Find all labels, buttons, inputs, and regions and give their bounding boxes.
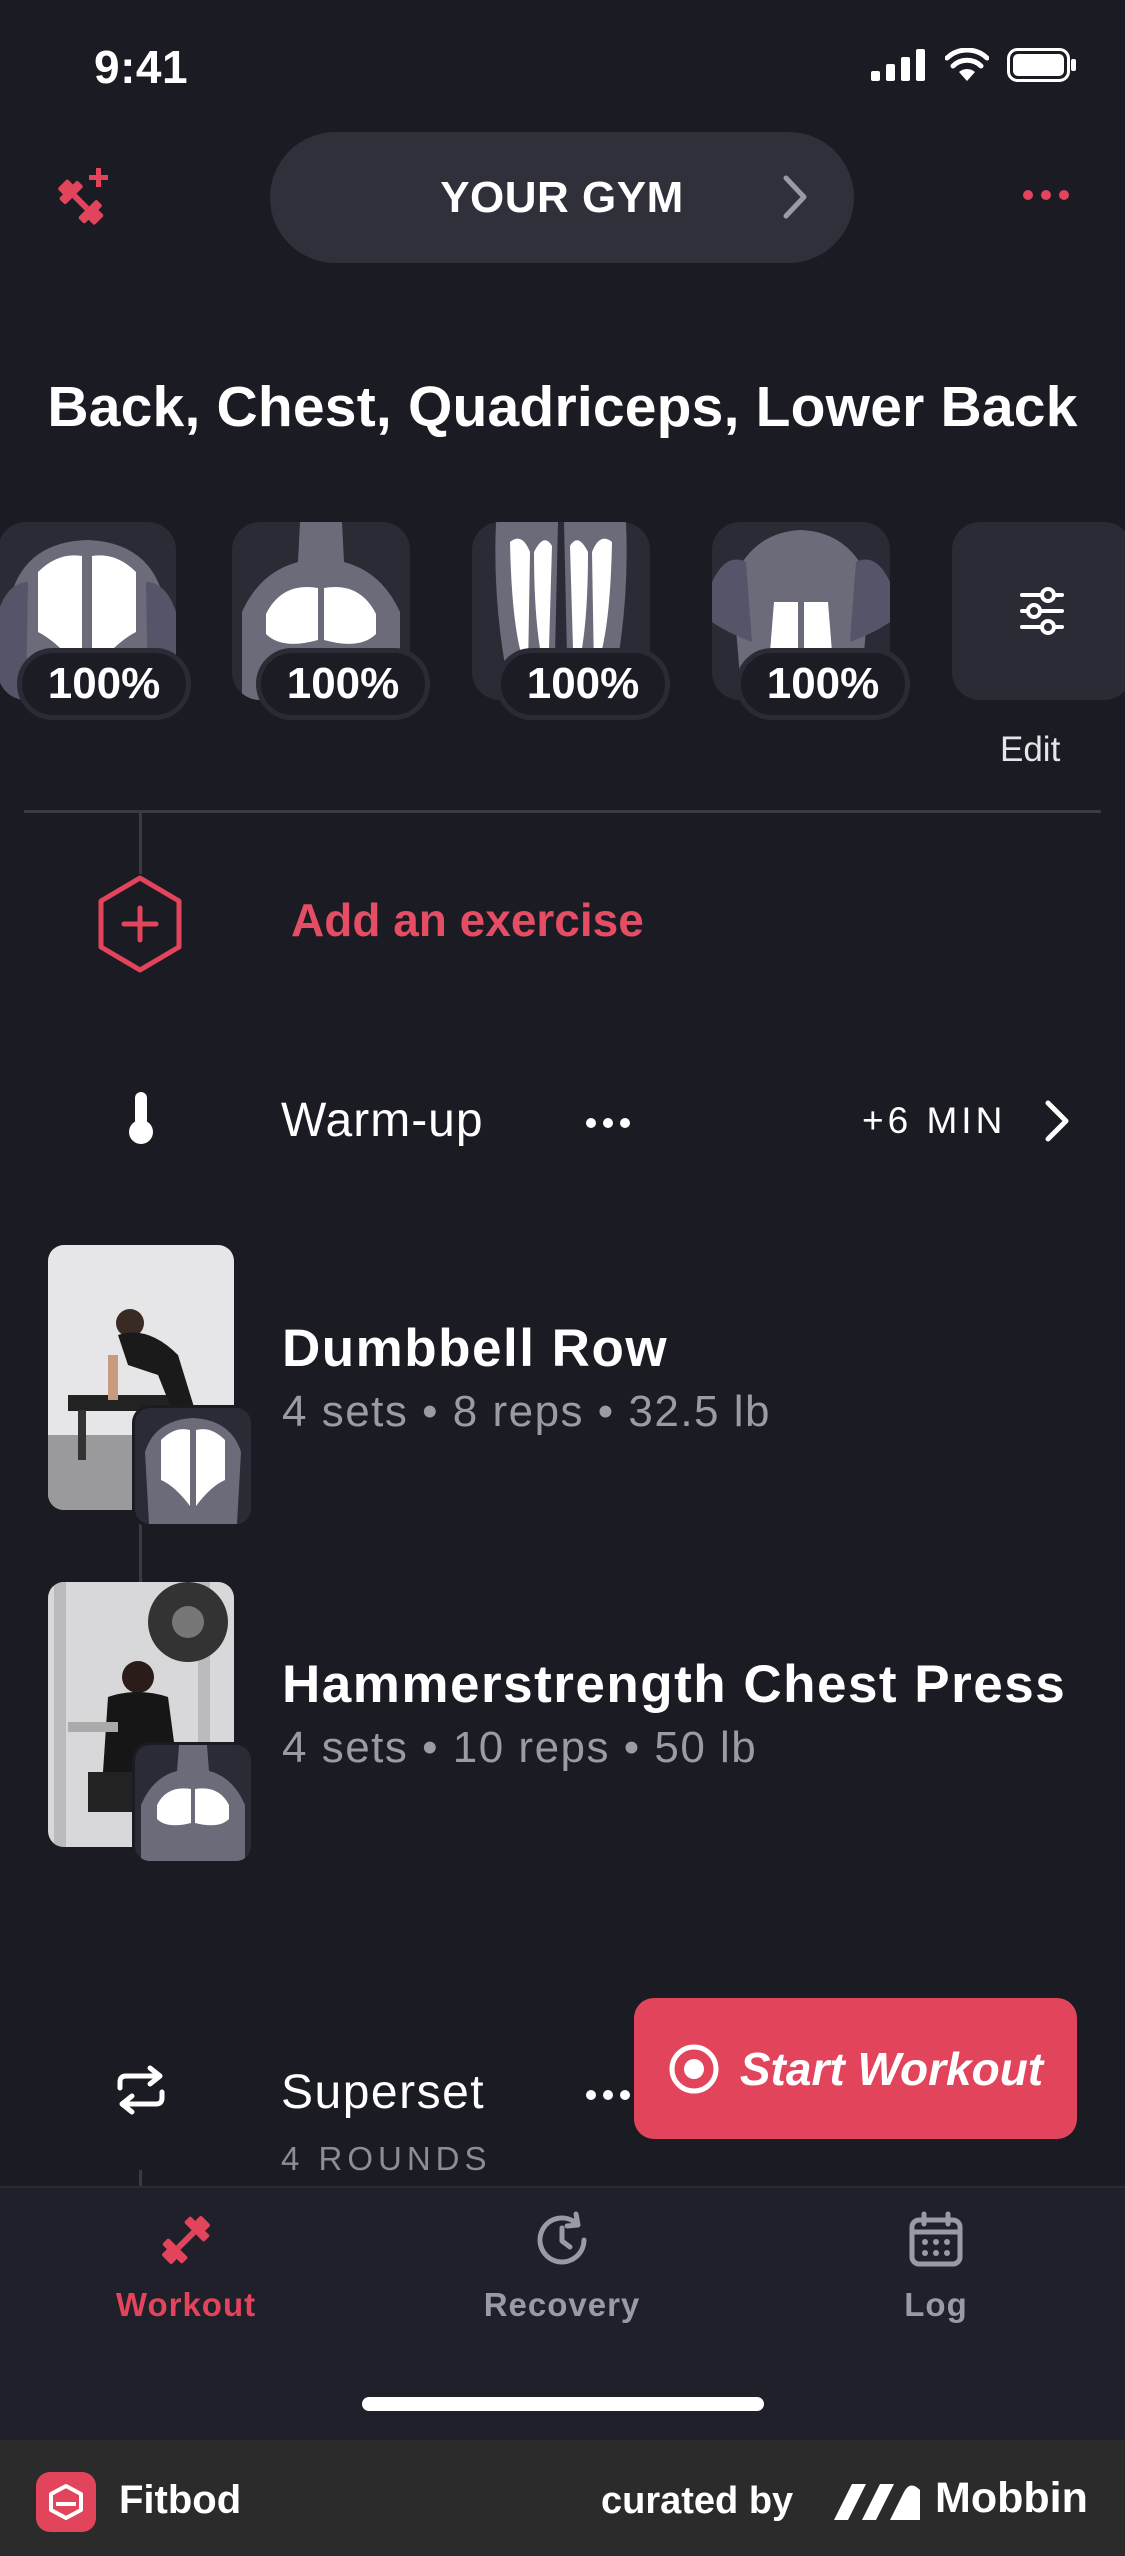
home-indicator <box>362 2397 764 2411</box>
gym-selector[interactable]: YOUR GYM <box>270 132 854 263</box>
muscle-percent-back: 100% <box>17 648 191 720</box>
add-equipment-icon[interactable] <box>52 164 116 233</box>
timeline-line <box>139 812 142 874</box>
add-exercise-icon[interactable] <box>95 874 185 979</box>
superset-label[interactable]: Superset <box>281 2065 485 2120</box>
tab-label: Workout <box>115 2286 257 2323</box>
divider <box>24 810 1101 813</box>
exercise-name[interactable]: Dumbbell Row <box>282 1318 668 1379</box>
more-options-icon[interactable] <box>1022 188 1070 206</box>
tab-workout[interactable]: Workout <box>56 2210 316 2324</box>
superset-more-icon[interactable] <box>585 2088 631 2106</box>
tab-recovery[interactable]: Recovery <box>432 2210 692 2324</box>
tab-label: Recovery <box>483 2286 641 2323</box>
superset-repeat-icon <box>112 2064 170 2121</box>
mobbin-brand: Mobbin <box>935 2474 1088 2522</box>
chevron-right-icon[interactable] <box>1042 1098 1072 1149</box>
record-icon <box>669 2044 719 2093</box>
status-icons <box>871 48 1077 82</box>
edit-muscles-button[interactable] <box>952 522 1125 700</box>
mobbin-logo <box>830 2476 926 2529</box>
muscle-percent-quadriceps: 100% <box>496 648 670 720</box>
recovery-clock-icon <box>537 2211 587 2265</box>
gym-label: YOUR GYM <box>440 172 684 222</box>
exercise-meta: 4 sets • 8 reps • 32.5 lb <box>282 1387 771 1436</box>
wifi-icon <box>945 48 989 81</box>
exercise-muscle-back <box>132 1405 254 1527</box>
target-muscles-title: Back, Chest, Quadriceps, Lower Back <box>47 375 1078 439</box>
thermometer-icon <box>126 1090 156 1151</box>
start-workout-button[interactable]: Start Workout <box>634 1998 1077 2139</box>
calendar-icon <box>909 2211 963 2267</box>
muscle-percent-lower-back: 100% <box>736 648 910 720</box>
muscle-percent-chest: 100% <box>256 648 430 720</box>
curated-by-label: curated by <box>601 2480 794 2522</box>
add-exercise-link[interactable]: Add an exercise <box>291 893 644 947</box>
dumbbell-icon <box>162 2216 210 2264</box>
warmup-duration: +6 MIN <box>862 1100 1007 1141</box>
exercise-meta: 4 sets • 10 reps • 50 lb <box>282 1723 758 1772</box>
fitbod-logo <box>36 2472 96 2532</box>
exercise-name[interactable]: Hammerstrength Chest Press <box>282 1654 1066 1715</box>
edit-label: Edit <box>1000 730 1061 769</box>
warmup-label[interactable]: Warm-up <box>281 1093 484 1148</box>
chevron-right-icon <box>783 175 807 219</box>
signal-icon <box>871 49 925 81</box>
superset-rounds: 4 ROUNDS <box>281 2140 492 2177</box>
tab-label: Log <box>904 2286 968 2323</box>
app-name: Fitbod <box>119 2478 242 2522</box>
battery-icon <box>1007 48 1076 82</box>
warmup-more-icon[interactable] <box>585 1116 631 1134</box>
exercise-muscle-chest <box>132 1742 254 1864</box>
sliders-icon <box>1020 587 1064 635</box>
status-time: 9:41 <box>94 41 189 93</box>
tab-log[interactable]: Log <box>806 2210 1066 2324</box>
start-workout-label: Start Workout <box>739 2042 1044 2095</box>
